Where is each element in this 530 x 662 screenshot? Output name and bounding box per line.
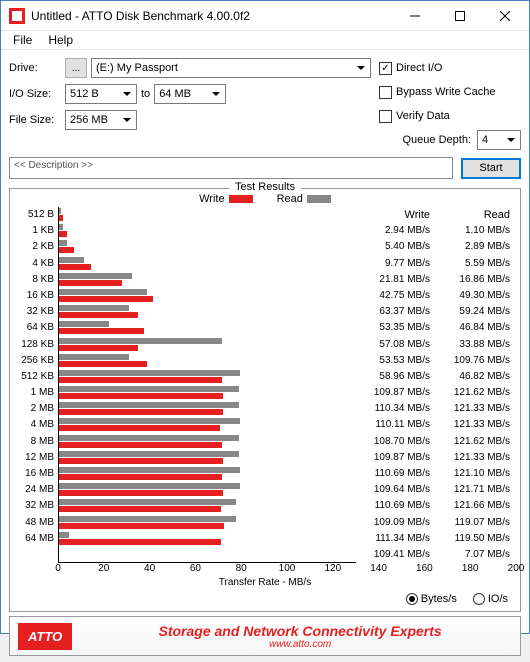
iosize-label: I/O Size:: [9, 88, 65, 100]
menubar: File Help: [1, 31, 529, 50]
description-input[interactable]: << Description >>: [9, 157, 453, 179]
results-title: Test Results: [229, 181, 301, 193]
write-column: Write2.94 MB/s5.40 MB/s9.77 MB/s21.81 MB…: [356, 207, 436, 563]
chart-x-label: Transfer Rate - MB/s: [14, 577, 516, 588]
read-swatch: [307, 195, 331, 203]
atto-logo: ATTO: [18, 623, 72, 650]
chart-x-ticks: 020406080100120140160180200: [58, 563, 516, 575]
browse-button[interactable]: ...: [65, 58, 87, 78]
io-radio[interactable]: IO/s: [473, 593, 508, 605]
menu-help[interactable]: Help: [40, 31, 81, 49]
window-title: Untitled - ATTO Disk Benchmark 4.00.0f2: [31, 9, 392, 23]
bytes-radio[interactable]: Bytes/s: [406, 593, 457, 605]
app-icon: [9, 8, 25, 24]
chart-y-labels: 512 B1 KB2 KB4 KB8 KB16 KB32 KB64 KB128 …: [14, 207, 58, 563]
app-window: Untitled - ATTO Disk Benchmark 4.00.0f2 …: [0, 0, 530, 634]
verify-data-checkbox[interactable]: Verify Data: [379, 104, 521, 128]
legend: Write Read: [14, 193, 516, 205]
close-button[interactable]: [482, 1, 527, 30]
menu-file[interactable]: File: [5, 31, 40, 49]
minimize-button[interactable]: [392, 1, 437, 30]
queuedepth-select[interactable]: 4: [477, 130, 521, 150]
filesize-select[interactable]: 256 MB: [65, 110, 137, 130]
write-swatch: [229, 195, 253, 203]
results-panel: Test Results Write Read 512 B1 KB2 KB4 K…: [9, 188, 521, 612]
read-column: Read1.10 MB/s2.89 MB/s5.59 MB/s16.86 MB/…: [436, 207, 516, 563]
bypass-cache-checkbox[interactable]: Bypass Write Cache: [379, 80, 521, 104]
footer: ATTO Storage and Network Connectivity Ex…: [9, 616, 521, 656]
maximize-button[interactable]: [437, 1, 482, 30]
iosize-to-select[interactable]: 64 MB: [154, 84, 226, 104]
queuedepth-label: Queue Depth:: [403, 134, 472, 146]
footer-tagline: Storage and Network Connectivity Experts…: [80, 623, 520, 650]
drive-label: Drive:: [9, 62, 65, 74]
direct-io-checkbox[interactable]: ✓Direct I/O: [379, 56, 521, 80]
start-button[interactable]: Start: [461, 158, 521, 179]
to-label: to: [141, 88, 150, 100]
chart-bars: [58, 207, 356, 563]
titlebar: Untitled - ATTO Disk Benchmark 4.00.0f2: [1, 1, 529, 31]
filesize-label: File Size:: [9, 114, 65, 126]
iosize-from-select[interactable]: 512 B: [65, 84, 137, 104]
drive-select[interactable]: (E:) My Passport: [91, 58, 371, 78]
